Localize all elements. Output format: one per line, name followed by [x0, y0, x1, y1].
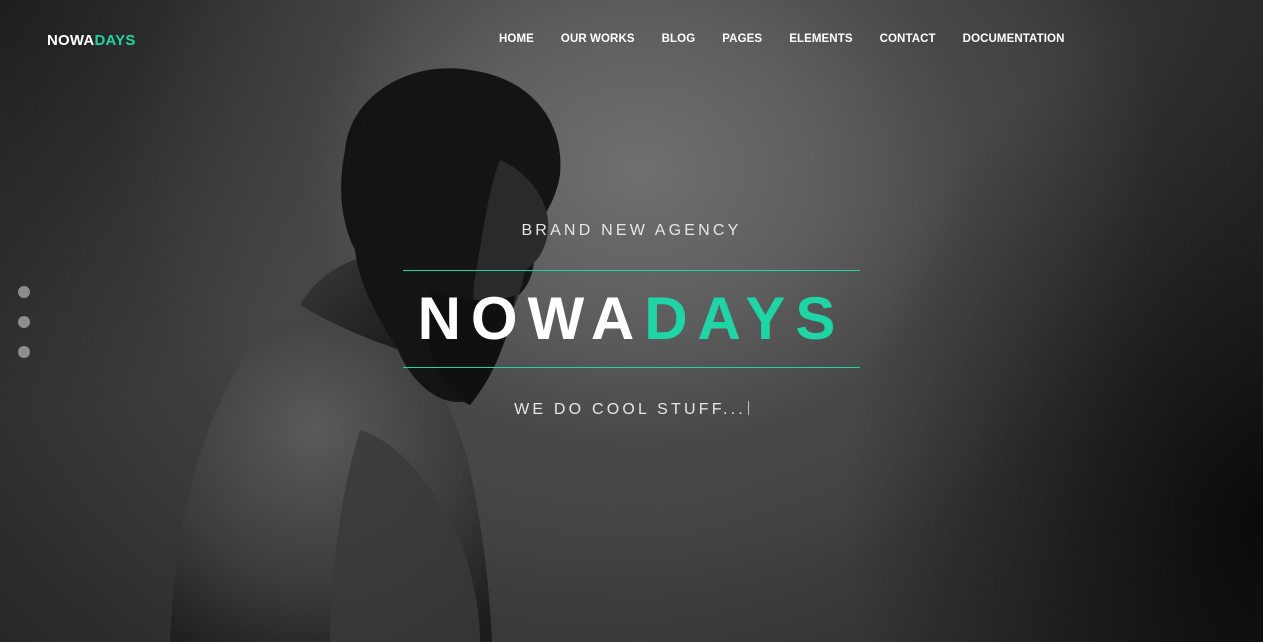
logo-text-white: NOWA [47, 32, 95, 49]
nav-item-blog[interactable]: BLOG [662, 33, 696, 45]
slider-dot-2[interactable] [18, 316, 30, 328]
hero-kicker: BRAND NEW AGENCY [521, 222, 742, 239]
top-navbar: NOWADAYS HOME OUR WORKS BLOG PAGES ELEME… [0, 0, 1263, 80]
hero-text-block: BRAND NEW AGENCY NOWADAYS WE DO COOL STU… [403, 219, 860, 422]
site-logo[interactable]: NOWADAYS [47, 32, 136, 49]
nav-item-home[interactable]: HOME [499, 33, 534, 45]
hero-title-white: NOWA [417, 285, 645, 352]
hero-subtitle-line: WE DO COOL STUFF... [403, 398, 860, 422]
hero-section: NOWADAYS HOME OUR WORKS BLOG PAGES ELEME… [0, 0, 1263, 642]
nav-item-our-works[interactable]: OUR WORKS [561, 33, 635, 45]
slider-dot-1[interactable] [18, 286, 30, 298]
logo-text-accent: DAYS [94, 32, 136, 49]
slider-pagination [18, 286, 30, 376]
typing-caret [747, 401, 749, 415]
nav-item-contact[interactable]: CONTACT [880, 33, 936, 45]
hero-title: NOWADAYS [403, 271, 860, 367]
nav-item-pages[interactable]: PAGES [722, 33, 762, 45]
main-menu: HOME OUR WORKS BLOG PAGES ELEMENTS CONTA… [499, 33, 1091, 45]
divider-bottom [403, 367, 860, 368]
nav-item-documentation[interactable]: DOCUMENTATION [963, 33, 1065, 45]
hero-title-accent: DAYS [644, 285, 846, 352]
slider-dot-3[interactable] [18, 346, 30, 358]
hero-subtitle: WE DO COOL STUFF... [514, 401, 746, 418]
nav-item-elements[interactable]: ELEMENTS [789, 33, 852, 45]
